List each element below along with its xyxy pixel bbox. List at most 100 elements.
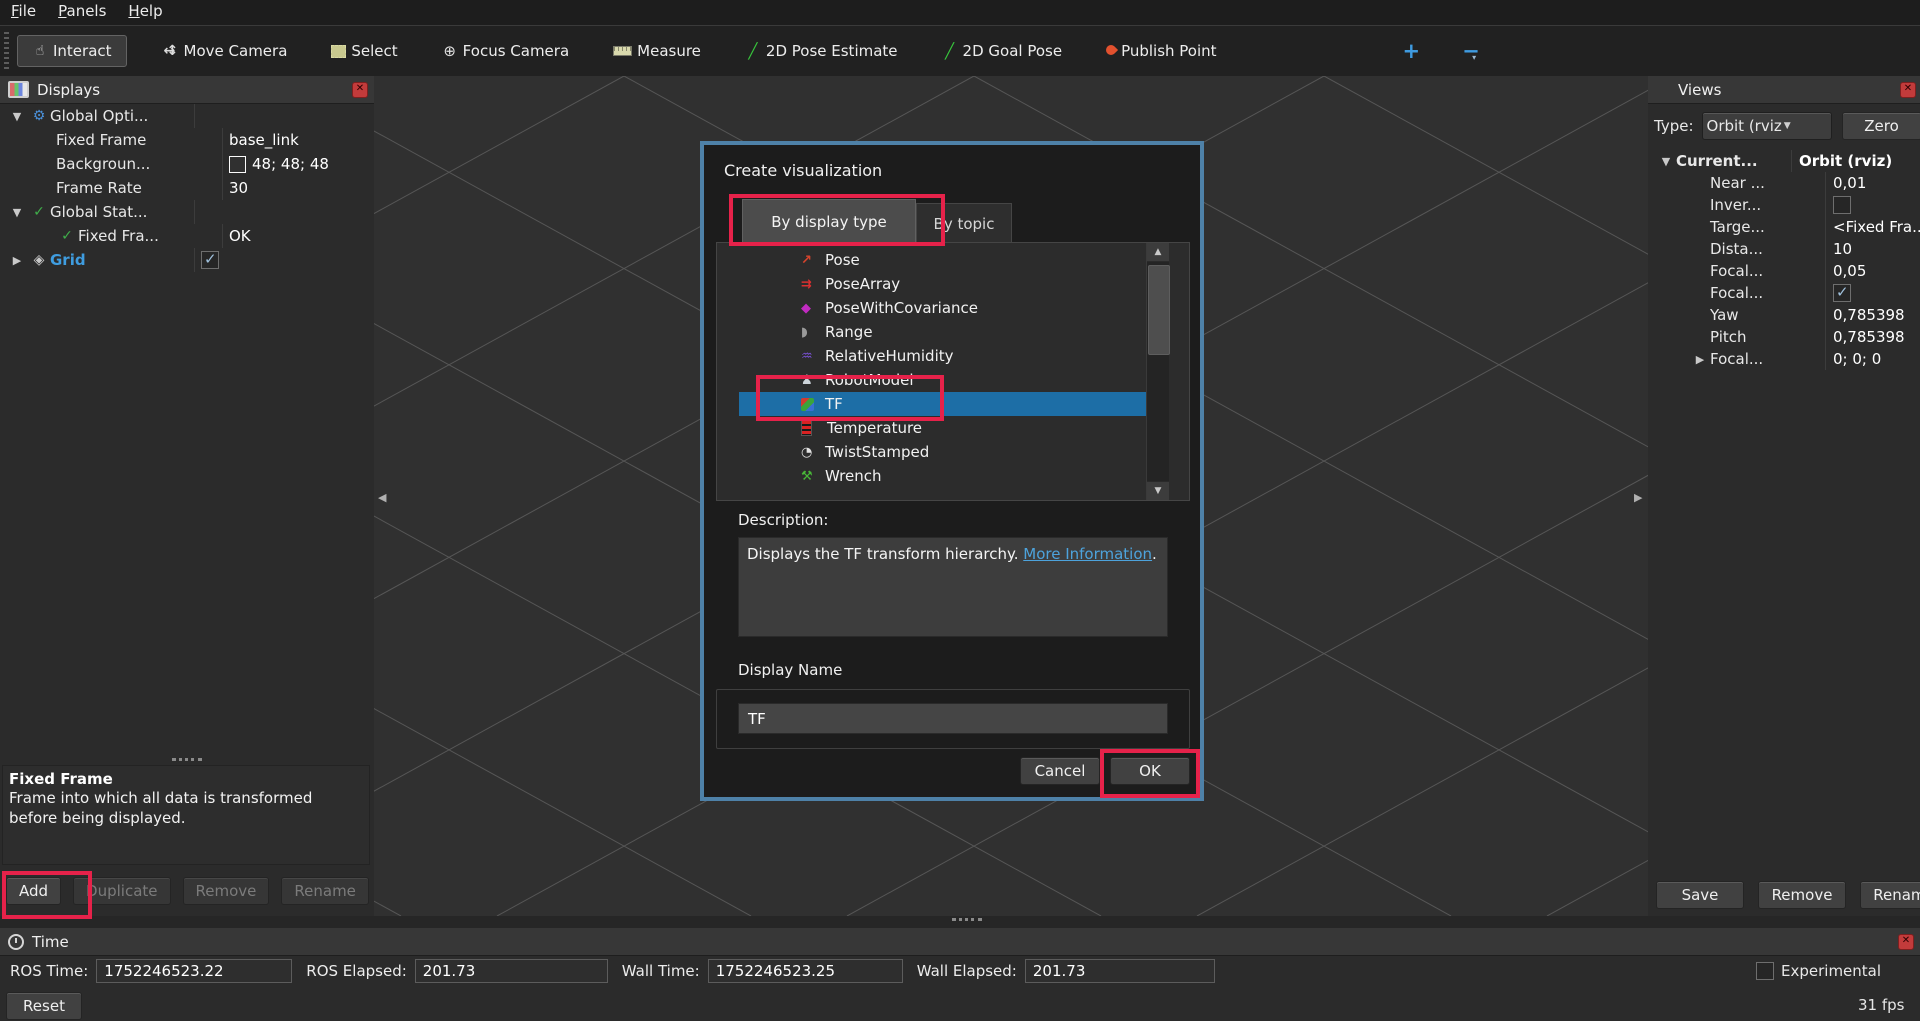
remove-view-button[interactable]: Remove — [1758, 881, 1846, 909]
menu-help[interactable]: Help — [117, 0, 173, 22]
display-type-posearray[interactable]: PoseArray — [739, 272, 1146, 296]
tool-move-camera[interactable]: Move Camera — [155, 35, 296, 67]
scroll-down-icon[interactable]: ▼ — [1147, 481, 1169, 500]
expand-down-icon[interactable]: ▼ — [6, 206, 28, 219]
menu-file[interactable]: File — [0, 0, 47, 22]
views-close-icon[interactable]: ✕ — [1900, 82, 1916, 98]
views-row-dista-4[interactable]: Dista...10 — [1648, 238, 1920, 260]
property-value[interactable] — [194, 248, 374, 272]
displays-row-backgroun[interactable]: Backgroun...48; 48; 48 — [0, 152, 374, 176]
pose-icon — [801, 253, 825, 268]
views-row-focal-9[interactable]: ▶Focal...0; 0; 0 — [1648, 348, 1920, 370]
tool-measure[interactable]: Measure — [605, 35, 709, 67]
ros-elapsed-field[interactable]: 201.73 — [415, 959, 608, 983]
cancel-button[interactable]: Cancel — [1020, 757, 1100, 785]
expand-right-icon[interactable]: ▶ — [1690, 353, 1710, 366]
collapse-left-icon[interactable]: ◀ — [378, 491, 386, 504]
display-type-relativehumidity[interactable]: RelativeHumidity — [739, 344, 1146, 368]
menu-panels[interactable]: Panels — [47, 0, 117, 22]
tool-focus-camera[interactable]: Focus Camera — [434, 35, 577, 67]
property-name: ✓Fixed Fra... — [0, 224, 222, 248]
views-panel-header[interactable]: Views ✕ — [1648, 76, 1920, 104]
view-property-name: Near ... — [1648, 172, 1825, 194]
add-button[interactable]: Add — [6, 877, 61, 905]
color-value-text: 48; 48; 48 — [252, 155, 329, 173]
display-type-wrench[interactable]: Wrench — [739, 464, 1146, 488]
tool-select[interactable]: Select — [323, 35, 405, 67]
views-row-yaw-7[interactable]: Yaw0,785398 — [1648, 304, 1920, 326]
wall-elapsed-field[interactable]: 201.73 — [1025, 959, 1215, 983]
time-close-icon[interactable]: ✕ — [1898, 934, 1914, 950]
horizontal-splitter-handle[interactable] — [952, 918, 982, 921]
view-type-dropdown[interactable]: Orbit (rviz ▼ — [1702, 112, 1832, 140]
scrollbar[interactable]: ▲ ▼ — [1146, 243, 1169, 500]
color-swatch[interactable] — [229, 156, 246, 173]
displays-splitter-handle[interactable] — [172, 758, 202, 761]
displays-row-frame-rate[interactable]: Frame Rate30 — [0, 176, 374, 200]
expand-right-icon[interactable]: ▶ — [6, 254, 28, 267]
display-type-range[interactable]: Range — [739, 320, 1146, 344]
ok-button[interactable]: OK — [1110, 757, 1190, 785]
tool-add-tool[interactable]: + — [1403, 39, 1421, 63]
displays-close-icon[interactable]: ✕ — [352, 82, 368, 98]
tab-by-display-type[interactable]: By display type — [742, 199, 916, 243]
value-checkbox[interactable] — [1833, 284, 1851, 302]
display-type-label: RelativeHumidity — [825, 347, 954, 365]
value-checkbox[interactable] — [201, 251, 219, 269]
views-row-near-1[interactable]: Near ...0,01 — [1648, 172, 1920, 194]
value-checkbox[interactable] — [1833, 196, 1851, 214]
view-property-value: <Fixed Fra... — [1825, 216, 1920, 238]
dialog-title: Create visualization — [724, 161, 882, 180]
displays-row-global-opti[interactable]: ▼⚙Global Opti... — [0, 104, 374, 128]
views-row-focal-5[interactable]: Focal...0,05 — [1648, 260, 1920, 282]
view-property-value[interactable] — [1825, 282, 1920, 304]
rename-view-button[interactable]: Rename — [1860, 881, 1920, 909]
displays-row-grid[interactable]: ▶◈Grid — [0, 248, 374, 272]
collapse-right-icon[interactable]: ▶ — [1634, 491, 1642, 504]
views-row-targe-3[interactable]: Targe...<Fixed Fra... — [1648, 216, 1920, 238]
display-type-robotmodel[interactable]: RobotModel — [739, 368, 1146, 392]
displays-row-global-stat[interactable]: ▼✓Global Stat... — [0, 200, 374, 224]
help-title: Fixed Frame — [9, 770, 363, 788]
views-row-pitch-8[interactable]: Pitch0,785398 — [1648, 326, 1920, 348]
more-information-link[interactable]: More Information — [1023, 545, 1152, 563]
view-property-label: Inver... — [1710, 196, 1761, 214]
views-row-inver-2[interactable]: Inver... — [1648, 194, 1920, 216]
tab-by-topic[interactable]: By topic — [916, 203, 1012, 243]
view-property-name: Dista... — [1648, 238, 1825, 260]
zero-button[interactable]: Zero — [1842, 112, 1920, 140]
display-type-tf[interactable]: TF — [739, 392, 1146, 416]
displays-panel-header[interactable]: Displays ✕ — [0, 76, 374, 104]
tool-publish-point[interactable]: Publish Point — [1098, 35, 1224, 67]
view-property-name: Focal... — [1648, 282, 1825, 304]
time-panel-header[interactable]: Time ✕ — [0, 928, 1920, 956]
display-name-input[interactable]: TF — [738, 703, 1168, 734]
toolbar-drag-handle[interactable] — [4, 32, 9, 70]
check-icon: ✓ — [28, 204, 50, 220]
expand-down-icon[interactable]: ▼ — [1656, 155, 1676, 168]
green-icon — [942, 43, 958, 59]
scrollbar-thumb[interactable] — [1148, 265, 1170, 355]
scroll-up-icon[interactable]: ▲ — [1147, 243, 1169, 262]
tool-2d-pose-estimate[interactable]: 2D Pose Estimate — [737, 35, 906, 67]
save-view-button[interactable]: Save — [1656, 881, 1744, 909]
ros-time-field[interactable]: 1752246523.22 — [96, 959, 292, 983]
tool-2d-goal-pose[interactable]: 2D Goal Pose — [934, 35, 1071, 67]
experimental-checkbox[interactable] — [1756, 962, 1774, 980]
wall-time-field[interactable]: 1752246523.25 — [708, 959, 903, 983]
display-type-pose[interactable]: Pose — [739, 248, 1146, 272]
displays-row-fixed-frame[interactable]: Fixed Framebase_link — [0, 128, 374, 152]
tool-interact[interactable]: Interact — [17, 35, 127, 67]
display-type-temperature[interactable]: Temperature — [739, 416, 1146, 440]
display-type-twiststamped[interactable]: TwistStamped — [739, 440, 1146, 464]
views-row-current-0[interactable]: ▼Current...Orbit (rviz) — [1648, 150, 1920, 172]
view-property-value[interactable] — [1825, 194, 1920, 216]
views-row-focal-6[interactable]: Focal... — [1648, 282, 1920, 304]
displays-row-fixed-fra[interactable]: ✓Fixed Fra...OK — [0, 224, 374, 248]
expand-down-icon[interactable]: ▼ — [6, 110, 28, 123]
reset-button[interactable]: Reset — [6, 992, 82, 1020]
tool-label: Measure — [637, 42, 701, 60]
display-type-posewithcovariance[interactable]: PoseWithCovariance — [739, 296, 1146, 320]
view-property-value: 10 — [1825, 238, 1920, 260]
tool-remove-tool[interactable]: −▾ — [1462, 39, 1480, 63]
